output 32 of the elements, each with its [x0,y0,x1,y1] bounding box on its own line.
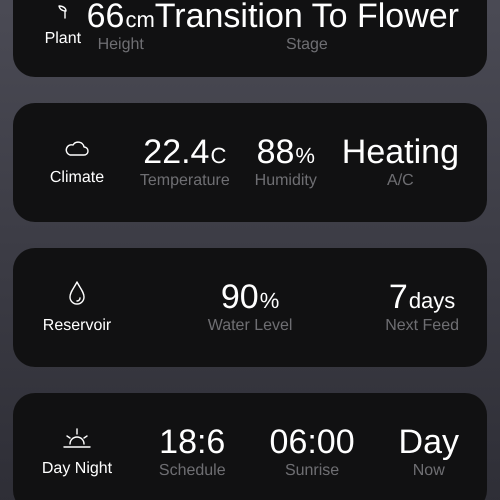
stat-label: Next Feed [385,316,459,336]
drop-icon [67,280,87,306]
card-title: Reservoir [42,316,112,336]
stat-value: 22.4 [143,134,210,168]
stat-label: Stage [286,34,328,54]
stat-unit: % [260,290,280,312]
stat-label: Now [412,460,445,480]
card-title: Plant [44,28,82,48]
stat-unit: % [295,144,315,166]
stat-value: 90 [220,280,259,314]
stat-label: Water Level [208,316,292,336]
stat-label: Humidity [254,170,317,190]
stat-value: 06:00 [270,424,355,458]
sunrise-icon [62,426,92,448]
stat-label: A/C [387,170,414,190]
stat-value: 18:6 [159,424,226,458]
stat-value: 66 [86,0,124,32]
stat-label: Sunrise [284,460,340,480]
stat-unit: C [210,144,226,166]
stat-unit: days [408,290,456,312]
stat-value: Transition To Flower [154,0,459,32]
card-title: Day Night [42,458,112,478]
stat-value: 7 [388,280,408,314]
stat-value: Day [398,424,459,458]
stat-value: 88 [256,134,294,168]
stat-unit: cm [125,8,155,30]
stat-value: Heating [342,134,459,168]
stat-label: Schedule [158,460,226,480]
stat-label: Height [98,34,144,54]
stat-label: Temperature [140,170,230,190]
card-title: Climate [50,168,104,188]
leaf-icon [58,4,68,18]
